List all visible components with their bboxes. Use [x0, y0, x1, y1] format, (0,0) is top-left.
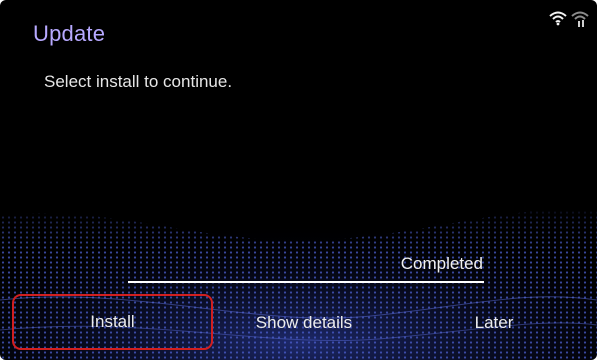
progress-bar — [128, 281, 484, 283]
install-button[interactable]: Install — [12, 294, 213, 350]
progress-label: Completed — [400, 254, 483, 273]
show-details-button[interactable]: Show details — [212, 294, 396, 352]
show-details-button-label: Show details — [255, 313, 353, 332]
page-title: Update — [33, 21, 106, 46]
install-button-label: Install — [90, 312, 135, 331]
cellular-signal-icon — [571, 11, 589, 27]
later-button-label: Later — [474, 313, 514, 332]
update-screen: Update Select install to continue. Compl… — [0, 0, 597, 360]
status-bar — [549, 10, 589, 28]
progress-bar-fill — [128, 281, 484, 283]
later-button[interactable]: Later — [396, 294, 592, 352]
update-message: Select install to continue. — [44, 72, 233, 91]
wifi-icon — [549, 11, 567, 26]
action-buttons: Install Show details Later — [0, 294, 597, 352]
